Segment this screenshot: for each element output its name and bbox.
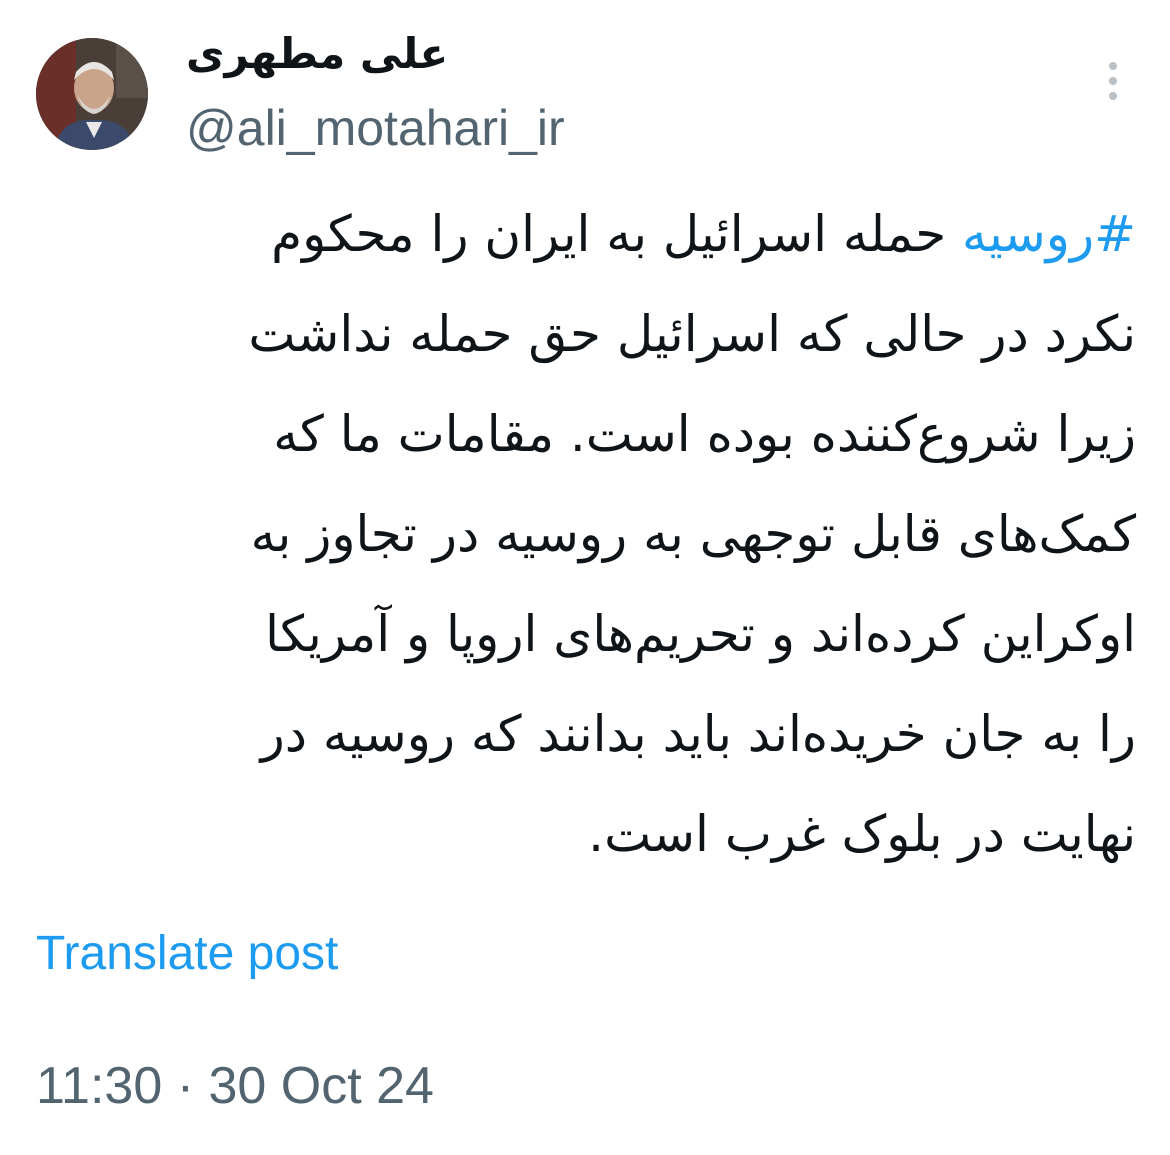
post-timestamp[interactable]: 11:30 · 30 Oct 24 (36, 1054, 434, 1118)
hashtag-link[interactable]: #روسیه (962, 205, 1136, 263)
tweet-line: کمک‌های قابل توجهی به روسیه در تجاوز به (250, 505, 1136, 563)
tweet-line-text: حمله اسرائیل به ایران را محکوم (271, 205, 963, 263)
author-handle[interactable]: @ali_motahari_ir (186, 98, 565, 158)
more-vertical-icon[interactable] (1098, 58, 1128, 104)
tweet-line: اوکراین کرده‌اند و تحریم‌های اروپا و آمر… (265, 605, 1136, 663)
avatar-photo (36, 38, 148, 150)
tweet-line: را به جان خریده‌اند باید بدانند که روسیه… (260, 705, 1136, 763)
tweet-line: نهایت در بلوک غرب است. (588, 805, 1136, 863)
tweet-line: #روسیه حمله اسرائیل به ایران را محکوم (36, 184, 1136, 284)
translate-post-link[interactable]: Translate post (36, 924, 338, 984)
avatar[interactable] (36, 38, 148, 150)
author-display-name[interactable]: علی مطهری (186, 26, 448, 82)
tweet-line: زیرا شروع‌کننده بوده است. مقامات ما که (273, 405, 1136, 463)
tweet-text: #روسیه حمله اسرائیل به ایران را محکوم نک… (36, 184, 1136, 884)
tweet-line: نکرد در حالی که اسرائیل حق حمله نداشت (248, 305, 1136, 363)
